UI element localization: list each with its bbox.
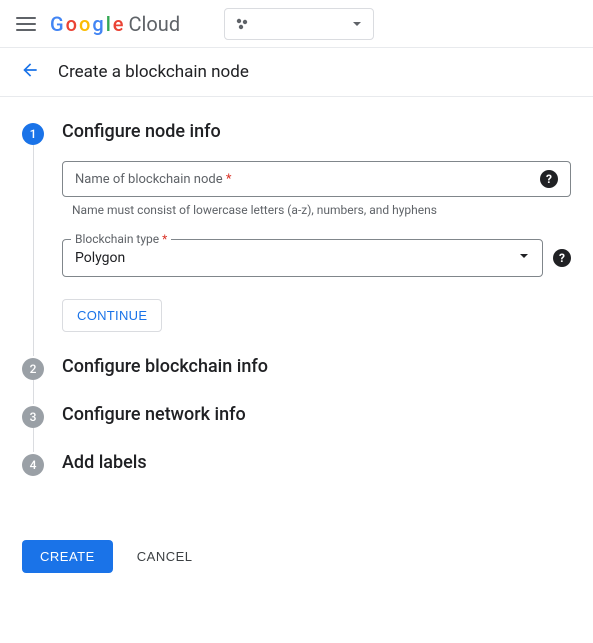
blockchain-type-value: Polygon xyxy=(75,250,125,266)
create-button[interactable]: CREATE xyxy=(22,540,113,573)
step-badge-3: 3 xyxy=(22,406,44,428)
sub-header: Create a blockchain node xyxy=(0,48,593,97)
step-3-title: Configure network info xyxy=(62,404,246,425)
step-1-header: 1 Configure node info xyxy=(22,121,571,145)
step-1-body: Name of blockchain node * ? Name must co… xyxy=(33,145,571,356)
caret-down-icon xyxy=(351,18,363,30)
step-3-header[interactable]: 3 Configure network info xyxy=(22,404,571,428)
step-4-title: Add labels xyxy=(62,452,147,473)
continue-button[interactable]: CONTINUE xyxy=(62,299,162,332)
step-4-header[interactable]: 4 Add labels xyxy=(22,452,571,476)
step-2-header[interactable]: 2 Configure blockchain info xyxy=(22,356,571,380)
step-2-title: Configure blockchain info xyxy=(62,356,268,377)
name-field-group: Name of blockchain node * ? Name must co… xyxy=(62,161,571,217)
name-placeholder-wrap: Name of blockchain node * xyxy=(75,172,231,187)
action-bar: CREATE CANCEL xyxy=(0,540,593,573)
step-connector xyxy=(33,428,571,452)
hamburger-menu-icon[interactable] xyxy=(16,14,36,34)
back-arrow-icon[interactable] xyxy=(20,60,40,84)
cancel-button[interactable]: CANCEL xyxy=(137,549,193,564)
caret-down-icon xyxy=(518,250,530,266)
blockchain-type-select[interactable]: Blockchain type * Polygon xyxy=(62,239,543,277)
logo-cloud-text: Cloud xyxy=(129,12,181,36)
step-1-title: Configure node info xyxy=(62,121,221,142)
project-picker[interactable] xyxy=(224,8,374,40)
name-helper-text: Name must consist of lowercase letters (… xyxy=(72,203,571,217)
step-badge-1: 1 xyxy=(22,123,44,145)
blockchain-type-wrap: Blockchain type * Polygon ? xyxy=(62,239,571,277)
step-badge-4: 4 xyxy=(22,454,44,476)
step-badge-2: 2 xyxy=(22,358,44,380)
project-dots-icon xyxy=(235,17,249,31)
help-icon[interactable]: ? xyxy=(540,170,558,188)
page-title: Create a blockchain node xyxy=(58,62,249,82)
blockchain-type-label: Blockchain type * xyxy=(71,232,171,246)
name-text-field[interactable]: Name of blockchain node * ? xyxy=(62,161,571,197)
top-bar: Google Cloud xyxy=(0,0,593,48)
help-icon[interactable]: ? xyxy=(553,249,571,267)
stepper-content: 1 Configure node info Name of blockchain… xyxy=(0,97,593,506)
google-cloud-logo[interactable]: Google Cloud xyxy=(50,12,180,36)
step-connector xyxy=(33,380,571,404)
